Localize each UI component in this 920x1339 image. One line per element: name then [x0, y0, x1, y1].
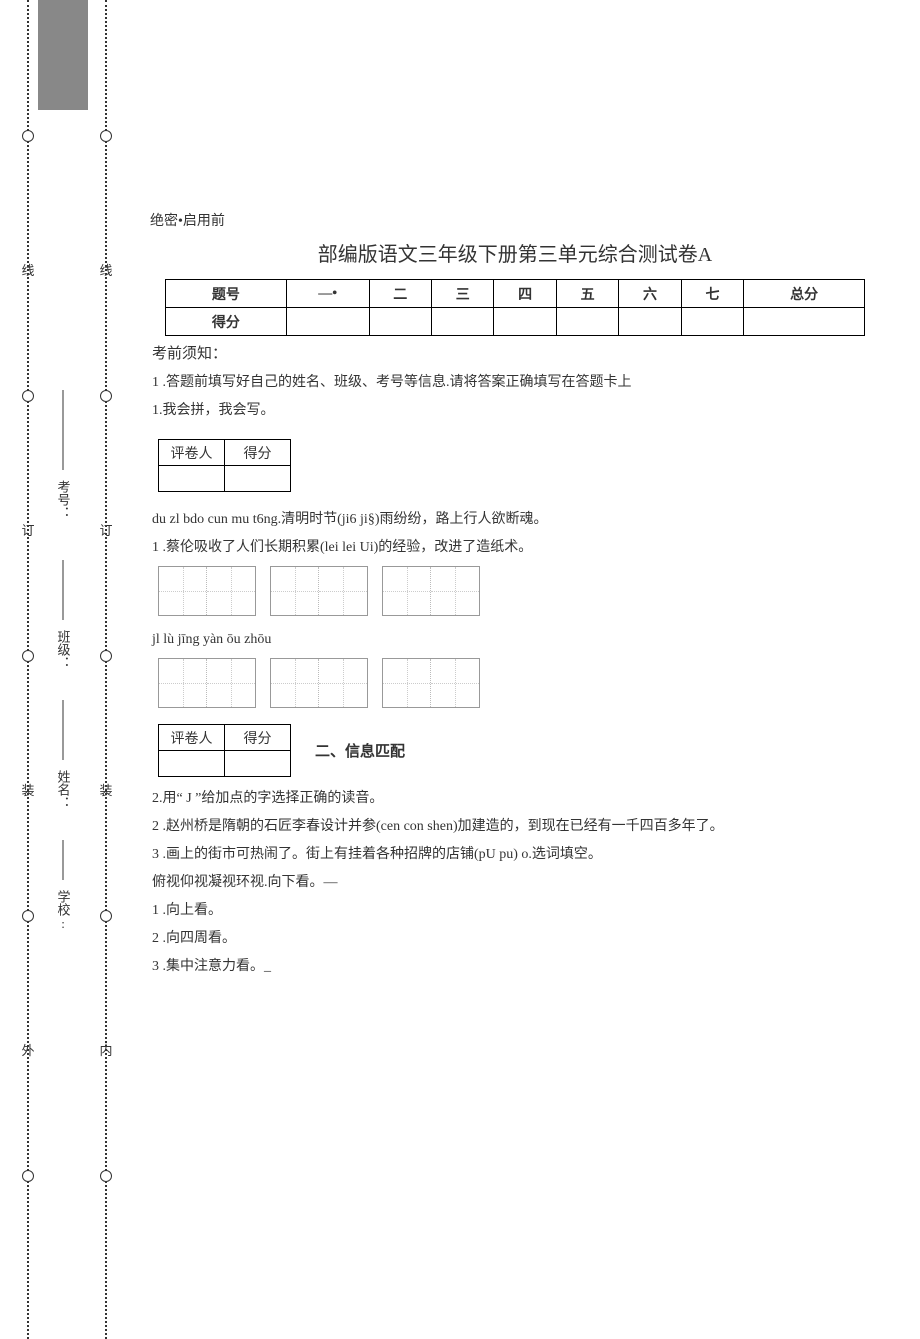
q2-intro: 2.用“ J ”给加点的字选择正确的读音。 [152, 787, 880, 807]
col-2: 二 [369, 280, 431, 308]
confidential-label: 绝密•启用前 [150, 210, 880, 230]
score-2[interactable] [369, 308, 431, 336]
outer-char-xian: 线 [21, 260, 34, 279]
score-total[interactable] [744, 308, 865, 336]
score-table: 题号 —• 二 三 四 五 六 七 总分 得分 [165, 279, 865, 336]
grader-table-2: 评卷人 得分 [158, 724, 291, 777]
tianzi-group[interactable] [270, 658, 368, 708]
grader-label: 评卷人 [159, 725, 225, 751]
outer-char-ding: 订 [21, 520, 34, 539]
student-info-column: 考号： 班级： 姓名： 学校: [38, 0, 88, 1339]
exam-content: 绝密•启用前 部编版语文三年级下册第三单元综合测试卷A 题号 —• 二 三 四 … [150, 210, 880, 983]
grader-label: 评卷人 [159, 440, 225, 466]
grader-cell[interactable] [159, 466, 225, 492]
score-cell[interactable] [225, 466, 291, 492]
q2-line2: 2 .赵州桥是隋朝的石匠李春设计并参(cen con shen)加建造的，到现在… [152, 815, 880, 835]
opt3: 3 .集中注意力看。_ [152, 955, 880, 975]
col-7: 七 [681, 280, 743, 308]
score-1[interactable] [286, 308, 369, 336]
inner-char-ding: 订 [99, 520, 112, 539]
binding-margin: 线 订 装 外 考号： 班级： 姓名： 学校: 线 订 装 内 [0, 0, 140, 1339]
q1-pinyin-sentence: du zl bdo cun mu t6ng.清明时节(ji6 ji§)雨纷纷，路… [152, 508, 880, 528]
inner-char-zhuang: 装 [99, 780, 112, 799]
tianzi-row-2 [158, 658, 880, 708]
col-label: 题号 [166, 280, 287, 308]
score-3[interactable] [432, 308, 494, 336]
exam-no-label: 考号： [54, 480, 73, 519]
inner-char-xian: 线 [99, 260, 112, 279]
grader-table-1: 评卷人 得分 [158, 439, 291, 492]
section-1-title: 1.我会拼，我会写。 [152, 399, 880, 419]
outer-char-wai: 外 [21, 1040, 34, 1059]
score-label: 得分 [225, 725, 291, 751]
exam-title: 部编版语文三年级下册第三单元综合测试卷A [150, 238, 880, 267]
inner-char-nei: 内 [99, 1040, 112, 1059]
tianzi-group[interactable] [158, 658, 256, 708]
score-header-row: 题号 —• 二 三 四 五 六 七 总分 [166, 280, 865, 308]
score-7[interactable] [681, 308, 743, 336]
class-label: 班级： [54, 630, 73, 669]
pinyin-row-2: jl lù jīng yàn ōu zhōu [152, 632, 880, 648]
header-gray-block [38, 0, 88, 110]
opt2: 2 .向四周看。 [152, 927, 880, 947]
col-total: 总分 [744, 280, 865, 308]
q2-line3: 3 .画上的街市可热闹了。街上有挂着各种招牌的店铺(pU pu) o.选词填空。 [152, 843, 880, 863]
instructions-head: 考前须知： [152, 342, 880, 363]
tianzi-group[interactable] [270, 566, 368, 616]
score-value-row: 得分 [166, 308, 865, 336]
section-2-title: 二、信息匹配 [315, 740, 405, 761]
score-label: 得分 [166, 308, 287, 336]
instruction-1: 1 .答题前填写好自己的姓名、班级、考号等信息.请将答案正确填写在答题卡上 [152, 371, 880, 391]
col-5: 五 [556, 280, 618, 308]
tianzi-row-1 [158, 566, 880, 616]
opt1: 1 .向上看。 [152, 899, 880, 919]
tianzi-group[interactable] [158, 566, 256, 616]
outer-dotted-column: 线 订 装 外 [18, 0, 38, 1339]
school-label: 学校: [54, 890, 73, 931]
outer-char-zhuang: 装 [21, 780, 34, 799]
tianzi-group[interactable] [382, 566, 480, 616]
score-cell[interactable] [225, 751, 291, 777]
score-5[interactable] [556, 308, 618, 336]
col-6: 六 [619, 280, 681, 308]
score-4[interactable] [494, 308, 556, 336]
q-words: 俯视仰视凝视环视.向下看。— [152, 871, 880, 891]
score-6[interactable] [619, 308, 681, 336]
tianzi-group[interactable] [382, 658, 480, 708]
q1-line: 1 .蔡伦吸收了人们长期积累(lei lei Ui)的经验，改进了造纸术。 [152, 536, 880, 556]
col-1: —• [286, 280, 369, 308]
col-4: 四 [494, 280, 556, 308]
name-label: 姓名： [54, 770, 73, 809]
score-label: 得分 [225, 440, 291, 466]
inner-dotted-column: 线 订 装 内 [96, 0, 116, 1339]
col-3: 三 [432, 280, 494, 308]
grader-cell[interactable] [159, 751, 225, 777]
